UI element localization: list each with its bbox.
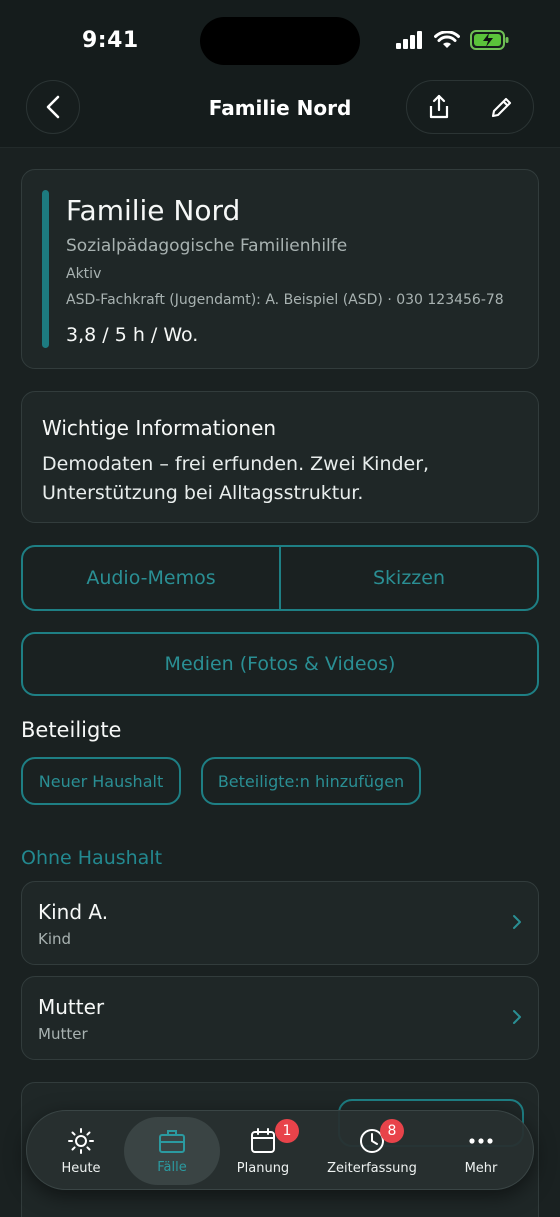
case-title: Familie Nord: [66, 194, 241, 227]
list-item[interactable]: Mutter Mutter: [21, 976, 539, 1060]
tab-label: Heute: [61, 1160, 101, 1176]
case-summary-card: Familie Nord Sozialpädagogische Familien…: [21, 169, 539, 369]
dynamic-island: [200, 17, 360, 65]
case-accent-bar: [42, 190, 49, 348]
chevron-right-icon: [513, 915, 521, 929]
tab-faelle[interactable]: Fälle: [124, 1117, 220, 1185]
status-icons: [396, 30, 510, 50]
info-text: Demodaten – frei erfunden. Zwei Kinder, …: [42, 453, 430, 504]
group-title-no-household: Ohne Haushalt: [21, 847, 163, 869]
header-actions: [406, 80, 534, 134]
memo-sketch-button-group: Audio-Memos Skizzen: [21, 545, 539, 611]
nav-header: Familie Nord: [0, 80, 560, 148]
important-info-card: Wichtige Informationen Demodaten – frei …: [21, 391, 539, 523]
sun-icon: [68, 1127, 94, 1154]
list-item[interactable]: Kind A. Kind: [21, 881, 539, 965]
person-role: Mutter: [38, 1025, 88, 1043]
calendar-icon: [251, 1127, 275, 1153]
tab-label: Fälle: [157, 1159, 187, 1175]
media-button[interactable]: Medien (Fotos & Videos): [21, 632, 539, 696]
audio-memos-button[interactable]: Audio-Memos: [23, 547, 279, 609]
case-subtitle: Sozialpädagogische Familienhilfe: [66, 236, 348, 256]
tab-label: Zeiterfassung: [327, 1160, 417, 1176]
status-bar: 9:41: [0, 0, 560, 80]
person-name: Mutter: [38, 995, 105, 1019]
more-icon: [469, 1137, 493, 1144]
tab-zeiterfassung[interactable]: Zeiterfassung 8: [317, 1117, 427, 1185]
case-contact: ASD-Fachkraft (Jugendamt): A. Beispiel (…: [66, 292, 504, 308]
sketches-button[interactable]: Skizzen: [279, 547, 537, 609]
chevron-right-icon: [513, 1010, 521, 1024]
share-icon[interactable]: [427, 94, 451, 120]
case-status: Aktiv: [66, 266, 102, 282]
briefcase-icon: [159, 1129, 185, 1153]
tab-label: Planung: [236, 1160, 290, 1176]
add-participant-button[interactable]: Beteiligte:n hinzufügen: [201, 757, 421, 805]
signal-icon: [396, 31, 422, 49]
new-household-button[interactable]: Neuer Haushalt: [21, 757, 181, 805]
tab-planung[interactable]: Planung 1: [219, 1117, 307, 1185]
edit-pencil-icon[interactable]: [490, 95, 514, 119]
status-time: 9:41: [82, 28, 139, 53]
tab-mehr[interactable]: Mehr: [437, 1117, 525, 1185]
wifi-icon: [434, 30, 460, 48]
tab-bar: Heute Fälle Planung 1 Zeiterfassung 8 Me…: [26, 1110, 534, 1190]
case-hours: 3,8 / 5 h / Wo.: [66, 324, 199, 346]
tab-heute[interactable]: Heute: [37, 1117, 125, 1185]
battery-charging-icon: [470, 30, 509, 50]
tab-label: Mehr: [464, 1160, 498, 1176]
notification-badge: 8: [380, 1119, 404, 1143]
notification-badge: 1: [275, 1119, 299, 1143]
info-title: Wichtige Informationen: [42, 416, 277, 440]
person-role: Kind: [38, 930, 72, 948]
person-name: Kind A.: [38, 900, 109, 924]
participants-title: Beteiligte: [21, 718, 122, 742]
